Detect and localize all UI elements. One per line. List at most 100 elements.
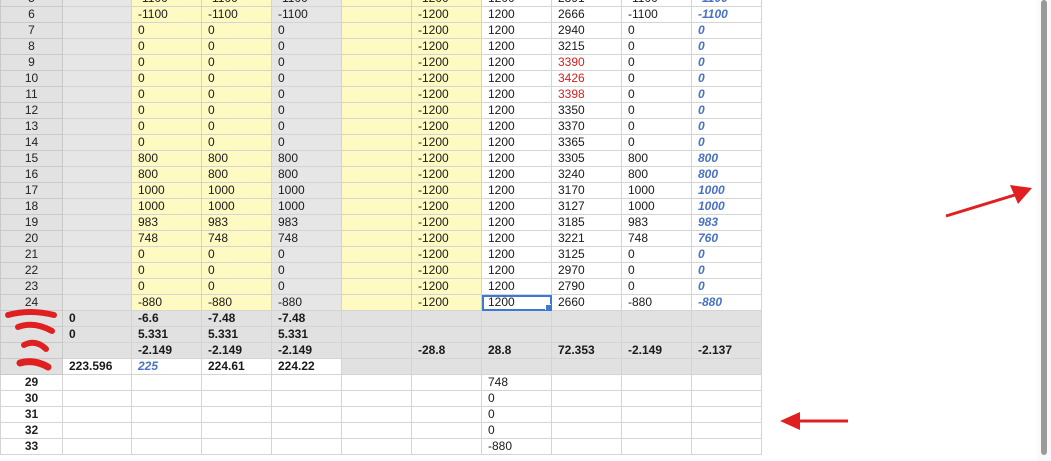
cell[interactable]: 3170 bbox=[551, 182, 622, 199]
cell[interactable]: 0 bbox=[131, 86, 202, 103]
cell[interactable]: 0 bbox=[691, 118, 762, 135]
cell[interactable]: 0 bbox=[271, 22, 342, 39]
cell[interactable]: 1000 bbox=[271, 198, 342, 215]
cell[interactable]: 1000 bbox=[131, 198, 202, 215]
cell[interactable] bbox=[551, 422, 622, 439]
cell[interactable]: -880 bbox=[621, 294, 692, 311]
cell[interactable] bbox=[341, 310, 412, 327]
cell[interactable]: 1200 bbox=[481, 182, 552, 199]
cell[interactable]: 0 bbox=[621, 246, 692, 263]
cell[interactable]: 5.331 bbox=[201, 326, 272, 343]
cell[interactable]: 1000 bbox=[691, 198, 762, 215]
cell[interactable] bbox=[691, 422, 762, 439]
cell[interactable] bbox=[341, 150, 412, 167]
row-header[interactable]: 30 bbox=[0, 390, 63, 407]
cell[interactable]: 0 bbox=[201, 86, 272, 103]
cell[interactable] bbox=[62, 246, 132, 263]
cell[interactable]: 0 bbox=[481, 422, 552, 439]
cell[interactable] bbox=[341, 294, 412, 311]
cell[interactable]: 1200 bbox=[481, 278, 552, 295]
cell[interactable]: -1200 bbox=[411, 246, 482, 263]
cell[interactable]: 1200 bbox=[481, 294, 552, 311]
cell[interactable]: 0 bbox=[271, 134, 342, 151]
cell[interactable]: 983 bbox=[271, 214, 342, 231]
cell[interactable] bbox=[62, 54, 132, 71]
cell[interactable]: 0 bbox=[691, 134, 762, 151]
row-header[interactable]: 15 bbox=[0, 150, 63, 167]
cell[interactable]: 3350 bbox=[551, 102, 622, 119]
cell[interactable] bbox=[481, 310, 552, 327]
cell[interactable]: 800 bbox=[271, 150, 342, 167]
row-header[interactable]: 12 bbox=[0, 102, 63, 119]
cell[interactable]: 0 bbox=[271, 70, 342, 87]
cell[interactable] bbox=[131, 374, 202, 391]
cell[interactable] bbox=[621, 358, 692, 375]
cell[interactable]: -2.149 bbox=[201, 342, 272, 359]
cell[interactable]: 0 bbox=[131, 22, 202, 39]
cell[interactable]: 800 bbox=[621, 150, 692, 167]
cell[interactable] bbox=[411, 358, 482, 375]
cell[interactable]: 1200 bbox=[481, 54, 552, 71]
cell[interactable]: 1200 bbox=[481, 230, 552, 247]
row-header[interactable]: 22 bbox=[0, 262, 63, 279]
cell[interactable] bbox=[201, 406, 272, 423]
cell[interactable] bbox=[341, 262, 412, 279]
cell[interactable] bbox=[62, 406, 132, 423]
cell[interactable] bbox=[621, 326, 692, 343]
cell[interactable] bbox=[62, 6, 132, 23]
cell[interactable]: 983 bbox=[621, 214, 692, 231]
cell[interactable] bbox=[341, 374, 412, 391]
cell[interactable]: 800 bbox=[131, 166, 202, 183]
cell[interactable]: -1200 bbox=[411, 70, 482, 87]
cell[interactable]: 0 bbox=[131, 54, 202, 71]
cell[interactable]: 0 bbox=[691, 278, 762, 295]
cell[interactable]: 1200 bbox=[481, 166, 552, 183]
cell[interactable]: 748 bbox=[201, 230, 272, 247]
cell[interactable]: 0 bbox=[691, 102, 762, 119]
cell[interactable]: 0 bbox=[131, 102, 202, 119]
cell[interactable]: 0 bbox=[201, 118, 272, 135]
cell[interactable]: -28.8 bbox=[411, 342, 482, 359]
cell[interactable]: 800 bbox=[691, 150, 762, 167]
row-header[interactable]: 16 bbox=[0, 166, 63, 183]
row-header[interactable]: 10 bbox=[0, 70, 63, 87]
cell[interactable]: 5.331 bbox=[131, 326, 202, 343]
cell[interactable]: 800 bbox=[201, 150, 272, 167]
cell[interactable] bbox=[62, 214, 132, 231]
cell[interactable]: 0 bbox=[621, 118, 692, 135]
cell[interactable]: 0 bbox=[271, 262, 342, 279]
cell[interactable] bbox=[341, 6, 412, 23]
cell[interactable] bbox=[62, 342, 132, 359]
cell[interactable]: -1200 bbox=[411, 150, 482, 167]
cell[interactable] bbox=[62, 294, 132, 311]
cell[interactable] bbox=[691, 374, 762, 391]
cell[interactable]: 0 bbox=[131, 278, 202, 295]
cell[interactable]: 0 bbox=[621, 54, 692, 71]
cell[interactable] bbox=[341, 86, 412, 103]
cell[interactable] bbox=[62, 262, 132, 279]
cell[interactable]: 1000 bbox=[621, 198, 692, 215]
cell[interactable] bbox=[341, 70, 412, 87]
cell[interactable] bbox=[411, 390, 482, 407]
cell[interactable]: 1000 bbox=[201, 198, 272, 215]
cell[interactable] bbox=[551, 406, 622, 423]
cell[interactable]: -7.48 bbox=[271, 310, 342, 327]
cell[interactable]: 3127 bbox=[551, 198, 622, 215]
cell[interactable] bbox=[62, 182, 132, 199]
cell[interactable] bbox=[411, 422, 482, 439]
cell[interactable]: 1200 bbox=[481, 150, 552, 167]
cell[interactable]: 0 bbox=[691, 86, 762, 103]
cell[interactable] bbox=[551, 438, 622, 455]
cell[interactable] bbox=[411, 326, 482, 343]
cell[interactable] bbox=[201, 374, 272, 391]
cell[interactable]: -1200 bbox=[411, 6, 482, 23]
cell[interactable]: 3398 bbox=[551, 86, 622, 103]
row-header[interactable]: 14 bbox=[0, 134, 63, 151]
cell[interactable]: -1200 bbox=[411, 38, 482, 55]
cell[interactable]: 0 bbox=[691, 22, 762, 39]
cell[interactable] bbox=[341, 54, 412, 71]
cell[interactable]: 0 bbox=[621, 278, 692, 295]
cell[interactable] bbox=[691, 358, 762, 375]
cell[interactable]: 0 bbox=[131, 118, 202, 135]
cell[interactable]: -1200 bbox=[411, 262, 482, 279]
